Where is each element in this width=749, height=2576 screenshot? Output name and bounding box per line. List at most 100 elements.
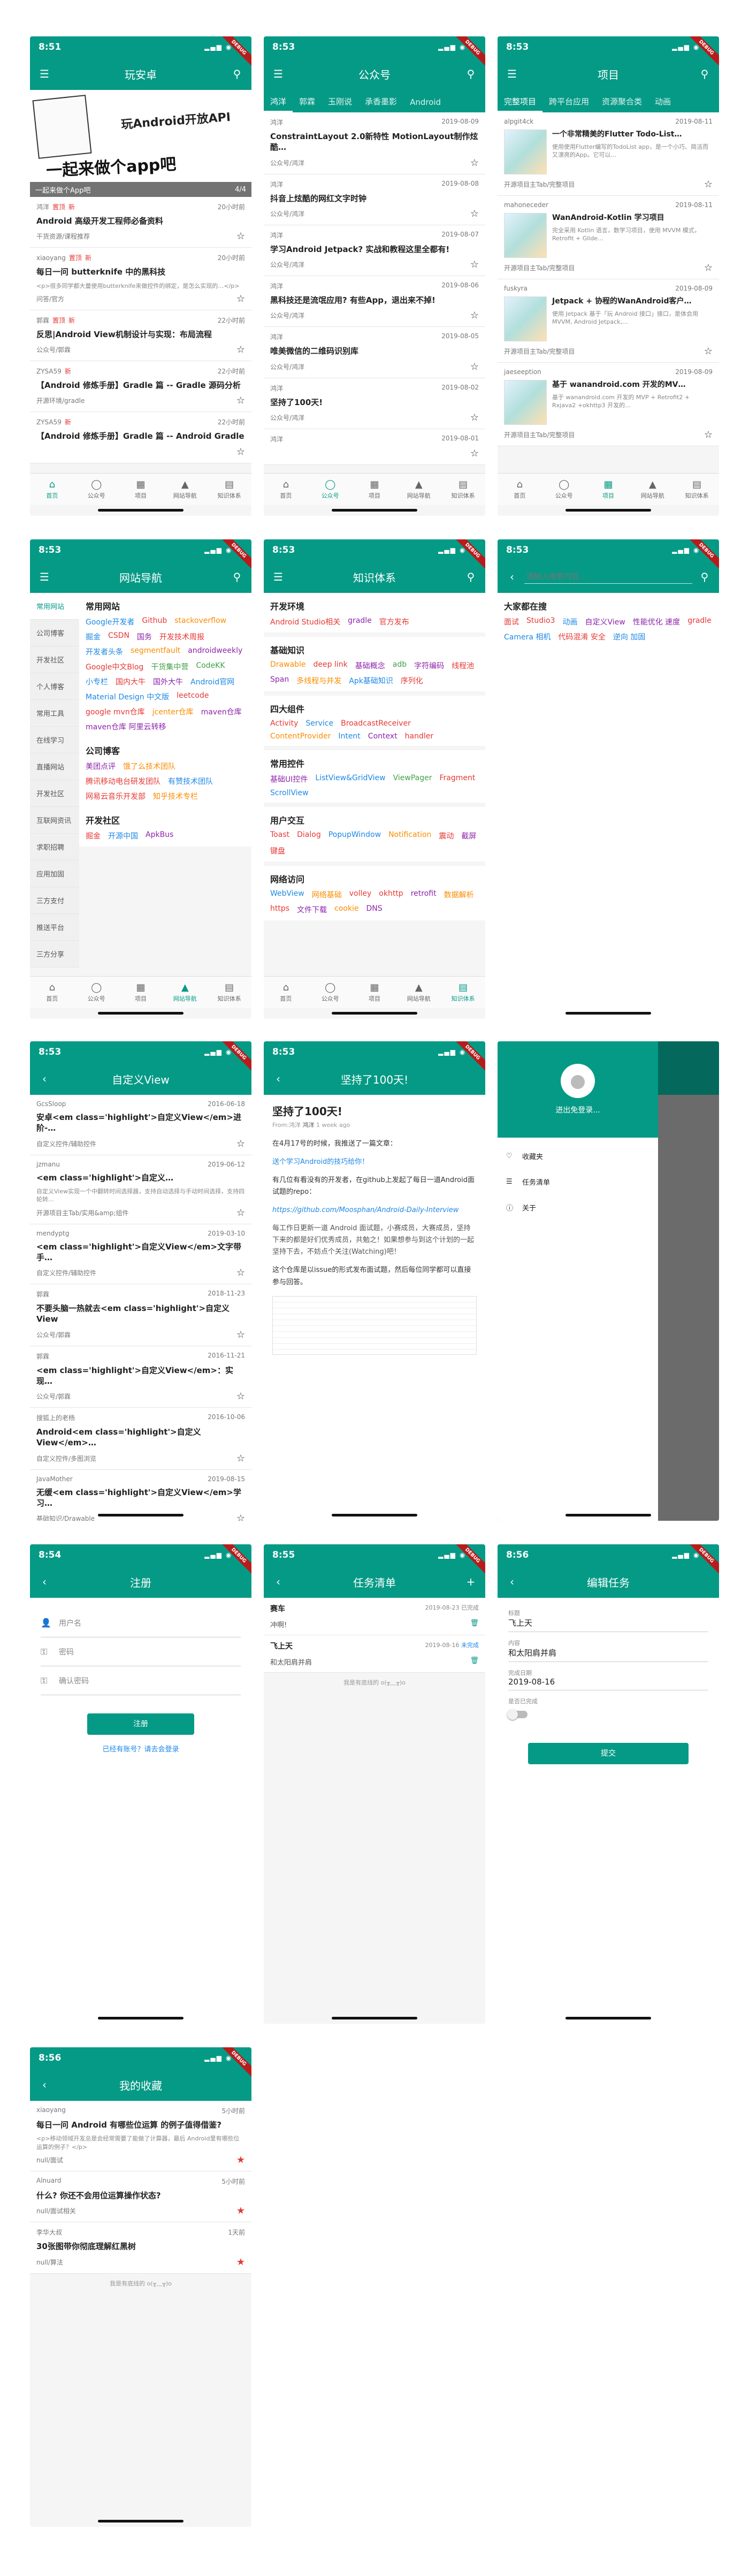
topic-link[interactable]: Notification xyxy=(388,830,431,841)
site-link[interactable]: androidweekly xyxy=(188,646,242,657)
sidebar-item[interactable]: 求职招聘 xyxy=(30,834,79,860)
site-link[interactable]: 国务 xyxy=(137,631,152,642)
article-card[interactable]: xiaoyang 5小时前 每日一问 Android 有哪些位运算 的例子值得借鉴?… xyxy=(30,2101,251,2172)
nav-tree[interactable]: ▤ 知识体系 xyxy=(207,977,251,1008)
menu-icon[interactable]: ☰ xyxy=(271,570,285,584)
tree-section[interactable]: 四大组件 Activity Service BroadcastReceiver Cont… xyxy=(264,696,485,746)
tree-section[interactable]: 用户交互 Toast Dialog PopupWindow Notification 震动… xyxy=(264,807,485,862)
favorite-star-icon[interactable]: ☆ xyxy=(236,1453,245,1464)
topic-link[interactable]: ContentProvider xyxy=(270,732,331,741)
topic-link[interactable]: ListView&GridView xyxy=(315,774,385,784)
nav-project[interactable]: ▦ 项目 xyxy=(353,977,397,1008)
tab-item[interactable]: 郭霖 xyxy=(293,96,322,112)
site-link[interactable]: 开发者头条 xyxy=(86,646,123,657)
site-link[interactable]: 干货集中营 xyxy=(151,661,188,672)
hot-search-tag[interactable]: 自定义View xyxy=(585,616,625,627)
menu-icon[interactable]: ☰ xyxy=(271,67,285,81)
tab-item[interactable]: 跨平台应用 xyxy=(542,96,595,112)
favorite-star-icon[interactable]: ★ xyxy=(236,2205,245,2216)
article-card[interactable]: ZYSA59 新 22小时前 【Android 修炼手册】Gradle 篇 -- An… xyxy=(30,412,251,463)
favorite-star-icon[interactable]: ☆ xyxy=(470,157,479,169)
search-input[interactable] xyxy=(524,570,692,584)
sidebar-item[interactable]: 三方支付 xyxy=(30,887,79,914)
search-icon[interactable]: ⚲ xyxy=(464,570,478,584)
drawer-item-todo[interactable]: ☰ 任务清单 xyxy=(498,1169,658,1194)
site-link[interactable]: jcenter仓库 xyxy=(152,706,194,717)
content-input[interactable]: 和太阳肩并肩 xyxy=(508,1647,708,1662)
topic-link[interactable]: Span xyxy=(270,675,289,686)
site-link[interactable]: 知乎技术专栏 xyxy=(153,791,198,802)
site-link[interactable]: Android官网 xyxy=(190,676,234,687)
topic-link[interactable]: 数据解析 xyxy=(444,889,474,900)
site-link[interactable]: 腾讯移动电台研发团队 xyxy=(86,776,160,787)
favorite-star-icon[interactable]: ☆ xyxy=(236,446,245,458)
nav-tree[interactable]: ▤ 知识体系 xyxy=(441,977,485,1008)
favorite-star-icon[interactable]: ☆ xyxy=(470,412,479,423)
back-icon[interactable]: ‹ xyxy=(37,1575,51,1589)
site-link[interactable]: 掘金 xyxy=(86,631,101,642)
topic-link[interactable]: 基础概念 xyxy=(355,660,385,671)
username-field[interactable]: 👤 用户名 xyxy=(41,1609,241,1637)
article-card[interactable]: Alnuard 5小时前 什么? 你还不会用位运算操作状态? null/面试相关 ★ xyxy=(30,2171,251,2223)
topic-link[interactable]: retrofit xyxy=(411,889,437,900)
site-link[interactable]: Google中文Blog xyxy=(86,661,143,672)
topic-link[interactable]: Service xyxy=(305,719,333,728)
site-link[interactable]: 国内大牛 xyxy=(116,676,146,687)
favorite-star-icon[interactable]: ☆ xyxy=(236,293,245,304)
tab-item[interactable]: 承香墨影 xyxy=(358,96,403,112)
nav-home[interactable]: ⌂ 首页 xyxy=(498,474,542,505)
nav-gzh[interactable]: ◯ 公众号 xyxy=(74,977,119,1008)
topic-link[interactable]: WebView xyxy=(270,889,304,900)
favorite-star-icon[interactable]: ☆ xyxy=(236,1329,245,1340)
sidebar-item[interactable]: 开发社区 xyxy=(30,646,79,673)
topic-link[interactable]: https xyxy=(270,904,289,915)
todo-item[interactable]: 赛车 2019-08-23 已完成 冲啊! 🗑 xyxy=(264,1598,485,1635)
favorite-star-icon[interactable]: ☆ xyxy=(704,429,713,440)
favorite-star-icon[interactable]: ★ xyxy=(236,2154,245,2166)
sidebar-item[interactable]: 公司博客 xyxy=(30,620,79,646)
topic-link[interactable]: Fragment xyxy=(439,774,475,784)
banner[interactable]: 玩Android开放API 一起来做个app吧 一起来做个App吧 4/4 xyxy=(30,90,251,197)
site-link[interactable]: google mvn仓库 xyxy=(86,706,145,717)
site-link[interactable]: CSDN xyxy=(108,631,129,642)
done-toggle[interactable] xyxy=(507,1709,528,1720)
topic-link[interactable]: cookie xyxy=(334,904,358,915)
site-link[interactable]: 饿了么技术团队 xyxy=(123,761,175,772)
avatar-icon[interactable]: ● xyxy=(561,1064,595,1098)
nav-project[interactable]: ▦ 项目 xyxy=(586,474,631,505)
favorite-star-icon[interactable]: ☆ xyxy=(704,179,713,190)
favorite-star-icon[interactable]: ☆ xyxy=(470,361,479,372)
hot-search-tag[interactable]: 面试 xyxy=(504,616,519,627)
back-icon[interactable]: ‹ xyxy=(271,1072,285,1086)
topic-link[interactable]: Intent xyxy=(338,732,360,741)
topic-link[interactable]: Toast xyxy=(270,830,289,841)
project-card[interactable]: jaeseeption 2019-08-09 基于 wanandroid.com 开… xyxy=(498,363,719,446)
tree-section[interactable]: 网络访问 WebView 网络基础 volley okhttp retrofit 数据解析 h… xyxy=(264,866,485,920)
sidebar-item[interactable]: 在线学习 xyxy=(30,727,79,753)
tab-item[interactable]: 鸿洋 xyxy=(264,96,293,112)
submit-button[interactable]: 提交 xyxy=(528,1743,689,1764)
hot-search-tag[interactable]: gradle xyxy=(687,616,712,627)
tab-item[interactable]: Android xyxy=(403,97,447,112)
topic-link[interactable]: deep link xyxy=(314,660,348,671)
nav-gzh[interactable]: ◯ 公众号 xyxy=(542,474,586,505)
sidebar-item[interactable]: 个人博客 xyxy=(30,673,79,700)
password-field[interactable]: ⚿ 密码 xyxy=(41,1637,241,1666)
topic-link[interactable]: 震动 xyxy=(439,830,454,841)
hot-search-tag[interactable]: 动画 xyxy=(563,616,578,627)
nav-home[interactable]: ⌂ 首页 xyxy=(30,474,74,505)
site-link[interactable]: stackoverflow xyxy=(174,616,226,627)
article-card[interactable]: xiaoyang 置顶新 20小时前 每日一问 butterknife 中的黑科技 <p… xyxy=(30,248,251,310)
nav-tree[interactable]: ▤ 知识体系 xyxy=(207,474,251,505)
tab-item[interactable]: 完整项目 xyxy=(498,96,543,112)
sidebar-item[interactable]: 直播网站 xyxy=(30,753,79,780)
sidebar-item[interactable]: 三方分享 xyxy=(30,941,79,967)
topic-link[interactable]: okhttp xyxy=(379,889,403,900)
site-link[interactable]: CodeKK xyxy=(196,661,225,672)
favorite-star-icon[interactable]: ☆ xyxy=(236,1138,245,1149)
topic-link[interactable]: adb xyxy=(393,660,407,671)
site-link[interactable]: 网易云音乐开发部 xyxy=(86,791,146,802)
topic-link[interactable]: Activity xyxy=(270,719,298,728)
topic-link[interactable]: volley xyxy=(349,889,372,900)
site-link[interactable]: 开发技术周报 xyxy=(159,631,204,642)
